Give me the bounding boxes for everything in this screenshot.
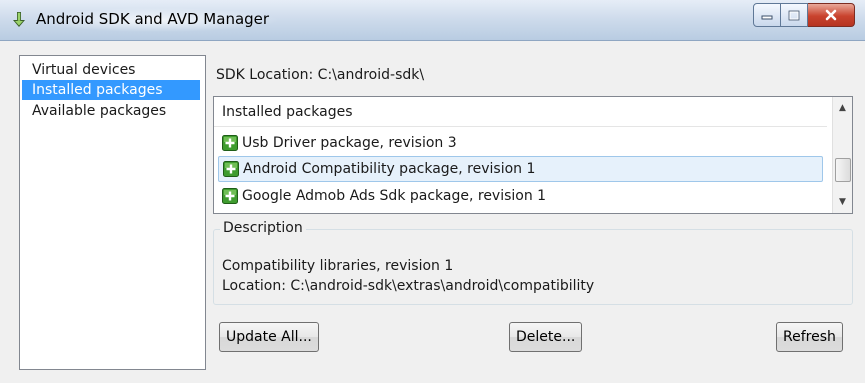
android-download-icon[interactable] [10, 10, 28, 30]
description-title: Description [220, 218, 306, 238]
minimize-button[interactable] [753, 3, 781, 27]
title-bar[interactable]: Android SDK and AVD Manager [0, 0, 865, 41]
package-row-google-admob[interactable]: Google Admob Ads Sdk package, revision 1 [218, 183, 823, 209]
nav-item-installed-packages[interactable]: Installed packages [22, 80, 200, 100]
maximize-icon [788, 10, 800, 20]
scroll-up-icon[interactable]: ▲ [833, 99, 852, 117]
nav-item-label: Installed packages [32, 82, 163, 98]
window-title: Android SDK and AVD Manager [36, 10, 270, 28]
nav-item-virtual-devices[interactable]: Virtual devices [22, 60, 200, 80]
left-nav-list[interactable]: Virtual devices Installed packages Avail… [19, 55, 206, 370]
package-row-label: Usb Driver package, revision 3 [242, 135, 457, 151]
close-button[interactable] [808, 3, 855, 27]
sdk-location-label: SDK Location: C:\android-sdk\ [216, 67, 425, 83]
update-all-button[interactable]: Update All... [219, 322, 319, 352]
package-row-android-compatibility[interactable]: Android Compatibility package, revision … [218, 156, 823, 182]
window-client-area: Virtual devices Installed packages Avail… [8, 42, 854, 372]
maximize-button[interactable] [781, 3, 808, 27]
minimize-icon [761, 15, 773, 20]
list-scrollbar[interactable]: ▲ ▼ [832, 97, 852, 213]
description-line-1: Compatibility libraries, revision 1 [222, 258, 454, 274]
scroll-thumb[interactable] [835, 158, 851, 182]
package-row-label: Android Compatibility package, revision … [243, 161, 536, 177]
window-controls [753, 3, 855, 27]
package-row-usb-driver[interactable]: Usb Driver package, revision 3 [218, 130, 823, 156]
nav-item-label: Virtual devices [32, 62, 136, 78]
refresh-button[interactable]: Refresh [776, 322, 843, 352]
package-row-label: Google Admob Ads Sdk package, revision 1 [242, 188, 547, 204]
scroll-down-icon[interactable]: ▼ [833, 193, 852, 211]
delete-button[interactable]: Delete... [509, 322, 583, 352]
nav-item-available-packages[interactable]: Available packages [22, 101, 200, 121]
close-icon [825, 9, 837, 21]
installed-packages-list[interactable]: Installed packages Usb Driver package, r… [213, 96, 853, 214]
sdk-manager-window: Android SDK and AVD Manager Virtual devi… [0, 0, 865, 383]
description-line-2: Location: C:\android-sdk\extras\android\… [222, 278, 595, 294]
package-add-icon [222, 188, 238, 204]
nav-item-label: Available packages [32, 103, 167, 119]
list-header[interactable]: Installed packages [214, 97, 827, 127]
package-add-icon [223, 161, 239, 177]
main-panel: SDK Location: C:\android-sdk\ Installed … [211, 55, 853, 368]
package-add-icon [222, 135, 238, 151]
description-group: Description Compatibility libraries, rev… [213, 218, 853, 305]
